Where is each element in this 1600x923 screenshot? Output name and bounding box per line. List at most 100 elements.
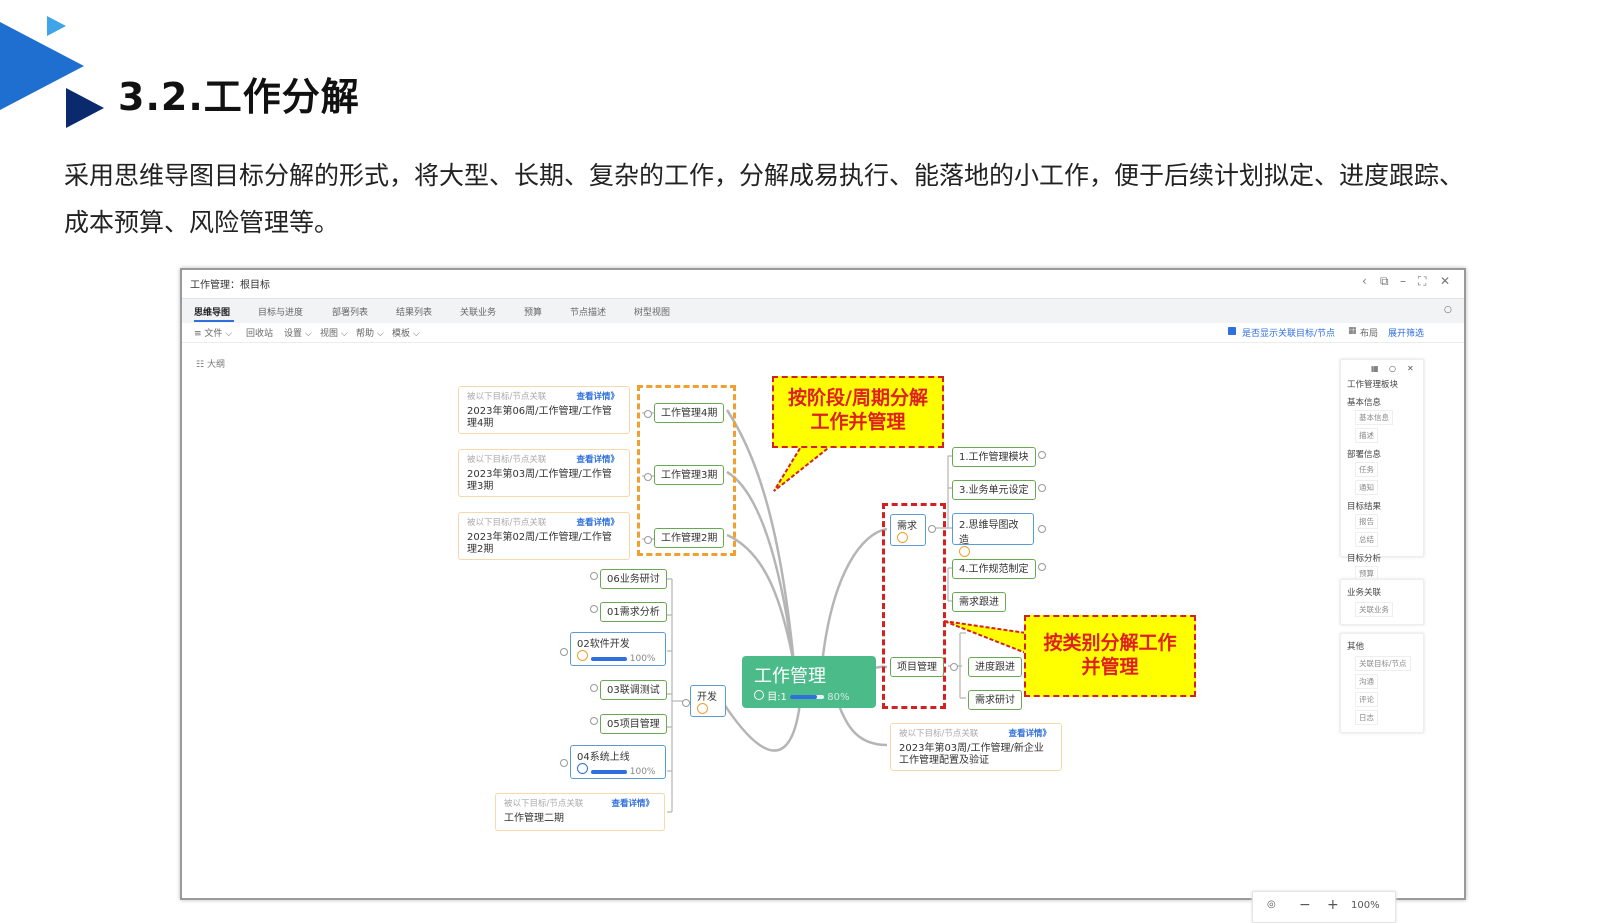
expand-filter-button[interactable]: 展开筛选 bbox=[1388, 326, 1424, 339]
node-dev[interactable]: 开发 bbox=[690, 685, 726, 717]
intro-line-1: 采用思维导图目标分解的形式，将大型、长期、复杂的工作，分解成易执行、能落地的小工… bbox=[64, 161, 1465, 190]
zoom-out-button[interactable]: − bbox=[1299, 897, 1311, 913]
expand-toggle[interactable] bbox=[1038, 451, 1046, 459]
location-pin-icon[interactable]: ○ bbox=[1444, 305, 1452, 315]
node-business-discussion[interactable]: 06业务研讨 bbox=[600, 569, 667, 589]
related-card-2[interactable]: 被以下目标/节点关联 查看详情》 2023年第02周/工作管理/工作管理2期 bbox=[458, 512, 630, 560]
related-card-project[interactable]: 被以下目标/节点关联 查看详情》 2023年第03周/工作管理/新企业工作管理配… bbox=[890, 723, 1062, 771]
expand-toggle[interactable] bbox=[560, 648, 568, 656]
show-related-checkbox[interactable] bbox=[1228, 326, 1236, 336]
view-details-link[interactable]: 查看详情》 bbox=[576, 453, 619, 465]
pin-icon[interactable]: ○ bbox=[1389, 364, 1396, 373]
layout-icon[interactable]: ▦ bbox=[1348, 326, 1357, 336]
panel-item[interactable]: 基本信息 bbox=[1355, 410, 1393, 425]
panel-close-icon[interactable]: ✕ bbox=[1407, 364, 1414, 373]
panel-item[interactable]: 沟通 bbox=[1355, 674, 1378, 689]
tab-tree-view[interactable]: 树型视图 bbox=[634, 305, 670, 318]
expand-toggle[interactable] bbox=[590, 605, 598, 613]
panel-section-deploy[interactable]: 部署信息 bbox=[1347, 448, 1381, 460]
node-project-management[interactable]: 项目管理 bbox=[890, 657, 944, 677]
fullscreen-icon[interactable]: ⛶ bbox=[1418, 274, 1426, 289]
node-software-dev[interactable]: 02软件开发 100% bbox=[570, 632, 666, 666]
progress-bar bbox=[590, 656, 627, 661]
view-details-link[interactable]: 查看详情》 bbox=[611, 797, 654, 809]
collapse-toggle[interactable] bbox=[644, 473, 652, 481]
close-icon[interactable]: ✕ bbox=[1440, 274, 1450, 288]
expand-toggle[interactable] bbox=[590, 572, 598, 580]
node-project-mgmt-dev[interactable]: 05项目管理 bbox=[600, 714, 667, 734]
callout-phase: 按阶段/周期分解 工作并管理 bbox=[772, 376, 944, 448]
tab-budget[interactable]: 预算 bbox=[524, 305, 542, 318]
panel-section-results[interactable]: 目标结果 bbox=[1347, 500, 1381, 512]
menu-file[interactable]: ≡ 文件 ⌵ bbox=[194, 326, 232, 339]
tab-result-list[interactable]: 结果列表 bbox=[396, 305, 432, 318]
menu-template[interactable]: 模板 ⌵ bbox=[392, 326, 420, 339]
layout-button[interactable]: 布局 bbox=[1360, 326, 1378, 339]
node-phase-2[interactable]: 工作管理2期 bbox=[654, 528, 725, 548]
tab-node-desc[interactable]: 节点描述 bbox=[570, 305, 606, 318]
expand-toggle[interactable] bbox=[1038, 525, 1046, 533]
expand-toggle[interactable] bbox=[590, 684, 598, 692]
panel-item[interactable]: 通知 bbox=[1355, 480, 1378, 495]
collapse-toggle[interactable] bbox=[644, 410, 652, 418]
node-requirements[interactable]: 需求 bbox=[890, 514, 926, 546]
node-requirement-followup[interactable]: 需求跟进 bbox=[952, 592, 1006, 612]
node-phase-3[interactable]: 工作管理3期 bbox=[654, 465, 725, 485]
minimize-icon[interactable]: – bbox=[1400, 274, 1406, 288]
root-meta: 目:1 bbox=[767, 692, 787, 703]
clock-icon bbox=[697, 703, 708, 714]
panel-item[interactable]: 评论 bbox=[1355, 692, 1378, 707]
expand-toggle[interactable] bbox=[1038, 484, 1046, 492]
card-text: 2023年第02周/工作管理/工作管理2期 bbox=[467, 532, 612, 555]
node-mindmap-revamp[interactable]: 2.思维导图改造 bbox=[952, 513, 1034, 557]
view-details-link[interactable]: 查看详情》 bbox=[576, 390, 619, 402]
progress-value: 100% bbox=[629, 767, 656, 777]
related-card-3[interactable]: 被以下目标/节点关联 查看详情》 2023年第03周/工作管理/工作管理3期 bbox=[458, 449, 630, 497]
tab-related-business[interactable]: 关联业务 bbox=[460, 305, 496, 318]
node-mindmap-revamp-label: 2.思维导图改造 bbox=[959, 520, 1019, 546]
panel-item[interactable]: 任务 bbox=[1355, 462, 1378, 477]
zoom-in-button[interactable]: + bbox=[1327, 897, 1339, 913]
panel-item[interactable]: 描述 bbox=[1355, 428, 1378, 443]
collapse-toggle[interactable] bbox=[644, 536, 652, 544]
grid-icon[interactable]: ▦ bbox=[1371, 364, 1379, 373]
panel-item[interactable]: 关联业务 bbox=[1355, 602, 1393, 617]
panel-section-business[interactable]: 业务关联 bbox=[1347, 586, 1381, 598]
collapse-toggle[interactable] bbox=[682, 699, 690, 707]
node-phase-4[interactable]: 工作管理4期 bbox=[654, 403, 725, 423]
slide-logo-triangles bbox=[0, 16, 104, 128]
side-panel-other: 其他 关联目标/节点 沟通 评论 日志 bbox=[1340, 633, 1424, 733]
expand-toggle[interactable] bbox=[1038, 563, 1046, 571]
related-card-dev[interactable]: 被以下目标/节点关联 查看详情》 工作管理二期 bbox=[495, 793, 665, 831]
expand-toggle[interactable] bbox=[560, 759, 568, 767]
node-integration-test[interactable]: 03联调测试 bbox=[600, 680, 667, 700]
panel-section-basic[interactable]: 基本信息 bbox=[1347, 396, 1381, 408]
tab-goal-progress[interactable]: 目标与进度 bbox=[258, 305, 303, 318]
expand-toggle[interactable] bbox=[590, 717, 598, 725]
panel-item[interactable]: 日志 bbox=[1355, 710, 1378, 725]
view-details-link[interactable]: 查看详情》 bbox=[1008, 727, 1051, 739]
node-requirement-workshop[interactable]: 需求研讨 bbox=[968, 690, 1022, 710]
related-card-4[interactable]: 被以下目标/节点关联 查看详情》 2023年第06周/工作管理/工作管理4期 bbox=[458, 386, 630, 434]
panel-section-analysis[interactable]: 目标分析 bbox=[1347, 552, 1381, 564]
menu-view[interactable]: 视图 ⌵ bbox=[320, 326, 348, 339]
node-system-launch[interactable]: 04系统上线 100% bbox=[570, 745, 666, 779]
node-requirement-analysis[interactable]: 01需求分析 bbox=[600, 602, 667, 622]
panel-item[interactable]: 总结 bbox=[1355, 532, 1378, 547]
tab-mindmap[interactable]: 思维导图 bbox=[194, 305, 230, 318]
panel-item[interactable]: 报告 bbox=[1355, 514, 1378, 529]
menu-settings[interactable]: 设置 ⌵ bbox=[284, 326, 312, 339]
node-work-standards[interactable]: 4.工作规范制定 bbox=[952, 559, 1036, 579]
view-details-link[interactable]: 查看详情》 bbox=[576, 516, 619, 528]
panel-item[interactable]: 关联目标/节点 bbox=[1355, 656, 1411, 671]
panel-section-other[interactable]: 其他 bbox=[1347, 640, 1364, 652]
share-icon[interactable]: ‹ bbox=[1362, 274, 1367, 288]
menu-recycle-bin[interactable]: 回收站 bbox=[246, 326, 273, 339]
collapse-toggle[interactable] bbox=[928, 525, 936, 533]
tab-deploy-list[interactable]: 部署列表 bbox=[332, 305, 368, 318]
copy-icon[interactable]: ⧉ bbox=[1380, 274, 1389, 289]
location-icon[interactable]: ◎ bbox=[1267, 899, 1276, 910]
root-node[interactable]: 工作管理 目:1 80% bbox=[742, 656, 876, 708]
toolbar: ≡ 文件 ⌵ 回收站 设置 ⌵ 视图 ⌵ 帮助 ⌵ 模板 ⌵ 是否显示关联目标/… bbox=[182, 322, 1464, 343]
menu-help[interactable]: 帮助 ⌵ bbox=[356, 326, 384, 339]
